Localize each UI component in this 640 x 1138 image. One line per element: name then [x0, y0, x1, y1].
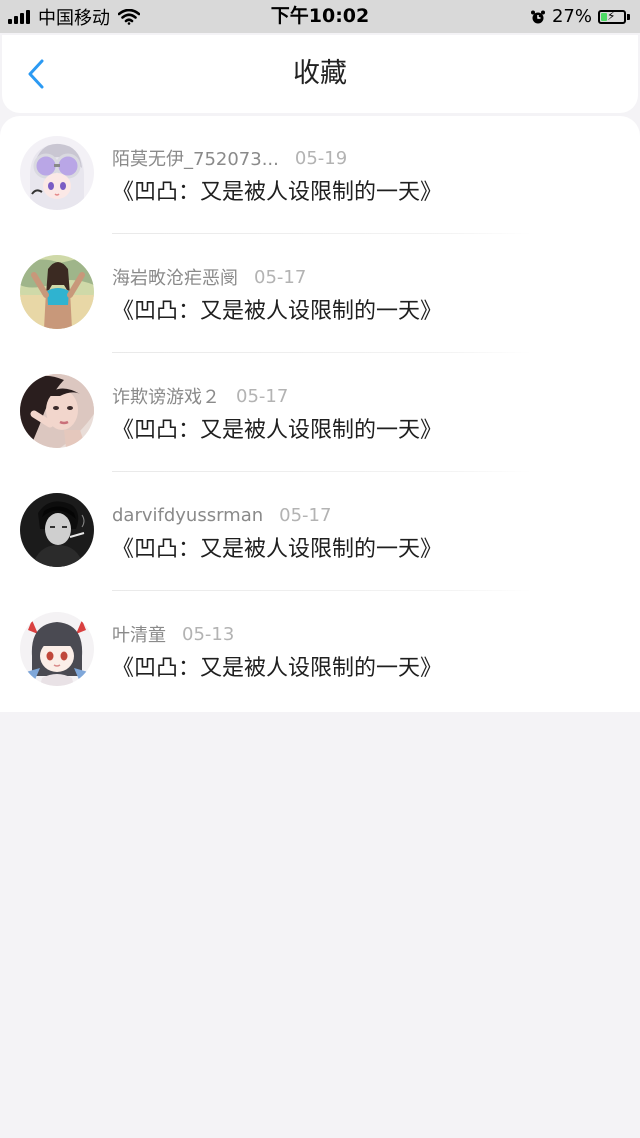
book-title[interactable]: 《凹凸：又是被人设限制的一天》: [112, 293, 442, 325]
item-meta: 陌莫无伊_752073... 05-19: [112, 145, 348, 171]
divider: [112, 471, 532, 472]
date: 05-17: [236, 385, 289, 407]
avatar-icon: [20, 612, 94, 686]
book-title[interactable]: 《凹凸：又是被人设限制的一天》: [112, 650, 442, 682]
item-meta: 叶清童 05-13: [112, 621, 235, 647]
battery-icon: ⚡: [598, 8, 626, 24]
username[interactable]: 陌莫无伊_752073...: [112, 145, 279, 171]
username[interactable]: 海岩畋沧疟恶阌: [112, 264, 238, 290]
charging-bolt-icon: ⚡: [607, 8, 616, 23]
list-item[interactable]: 陌莫无伊_752073... 05-19 《凹凸：又是被人设限制的一天》: [0, 116, 640, 234]
date: 05-17: [254, 266, 307, 288]
book-title[interactable]: 《凹凸：又是被人设限制的一天》: [112, 531, 442, 563]
alarm-icon: [530, 9, 546, 25]
list-item[interactable]: 叶清童 05-13 《凹凸：又是被人设限制的一天》: [0, 592, 640, 710]
status-right: 27% ⚡: [530, 0, 630, 33]
date: 05-17: [279, 504, 332, 526]
list-item[interactable]: darvifdyussrman 05-17 《凹凸：又是被人设限制的一天》: [0, 473, 640, 591]
item-meta: 海岩畋沧疟恶阌 05-17: [112, 264, 307, 290]
username[interactable]: 诈欺谤游戏２: [112, 383, 220, 409]
book-title[interactable]: 《凹凸：又是被人设限制的一天》: [112, 174, 442, 206]
avatar-icon: [20, 255, 94, 329]
avatar-icon: [20, 493, 94, 567]
avatar-icon: [20, 374, 94, 448]
divider: [112, 590, 532, 591]
status-bar: 中国移动 下午10:02 27% ⚡: [0, 0, 640, 33]
item-meta: 诈欺谤游戏２ 05-17: [112, 383, 289, 409]
battery-percent: 27%: [551, 6, 592, 27]
date: 05-13: [182, 623, 235, 645]
divider: [112, 233, 532, 234]
favorites-list: 陌莫无伊_752073... 05-19 《凹凸：又是被人设限制的一天》 海岩畋…: [0, 116, 640, 712]
item-meta: darvifdyussrman 05-17: [112, 503, 331, 527]
username[interactable]: 叶清童: [112, 621, 166, 647]
list-item[interactable]: 诈欺谤游戏２ 05-17 《凹凸：又是被人设限制的一天》: [0, 354, 640, 472]
book-title[interactable]: 《凹凸：又是被人设限制的一天》: [112, 412, 442, 444]
nav-bar: 收藏: [2, 35, 638, 113]
date: 05-19: [294, 147, 348, 169]
username[interactable]: darvifdyussrman: [112, 505, 263, 526]
list-item[interactable]: 海岩畋沧疟恶阌 05-17 《凹凸：又是被人设限制的一天》: [0, 235, 640, 353]
battery-tip: [627, 13, 630, 20]
divider: [112, 352, 532, 353]
page-title: 收藏: [293, 58, 347, 89]
avatar-icon: [20, 136, 94, 210]
